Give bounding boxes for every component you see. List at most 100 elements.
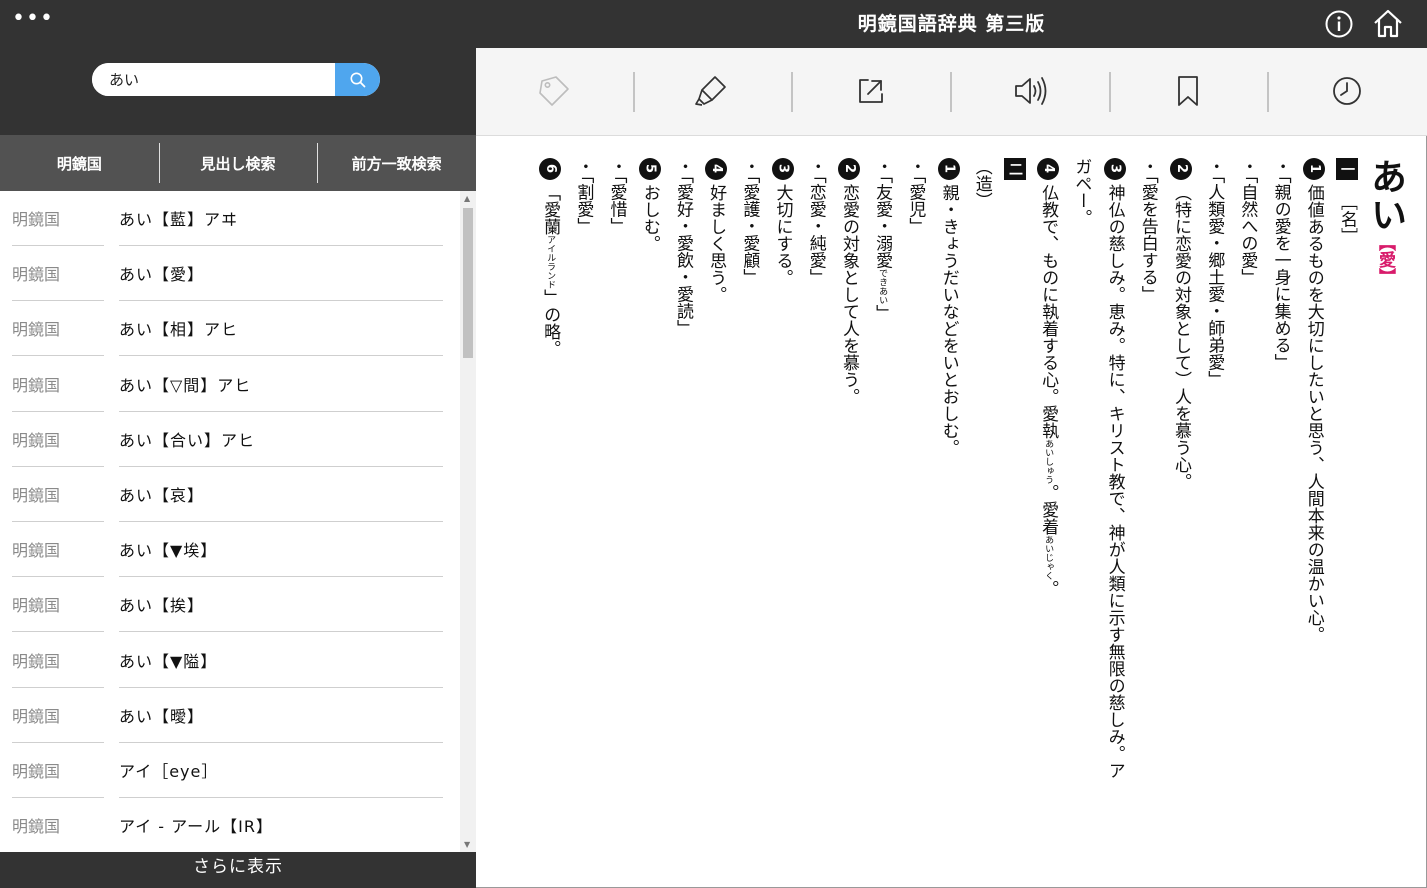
example-text: 」 xyxy=(872,304,893,322)
definition-line: 1 価値あるものを大切にしたいと思う、人間本来の温かい心。 xyxy=(1297,158,1330,878)
result-row[interactable]: 明鏡国 あい【▽間】アヒ xyxy=(0,357,460,412)
definition-text: 神仏の慈しみ。恵み。特に、キリスト教で、神が人類に示す無限の慈しみ。ア xyxy=(1104,184,1125,779)
definition-text: 」の略。 xyxy=(540,289,561,357)
bookmark-icon[interactable] xyxy=(1168,71,1208,111)
definition-text: 。愛着 xyxy=(1038,484,1059,535)
toolbar-divider xyxy=(791,72,793,112)
result-source: 明鏡国 xyxy=(12,688,104,743)
definition-line: 4 好ましく思う。 xyxy=(699,158,732,878)
definition-text: （特に恋愛の対象として）人を慕う心。 xyxy=(1170,184,1191,490)
search-input[interactable] xyxy=(92,63,335,96)
reading-ruby: できあい xyxy=(877,268,888,305)
pos-line: 一 ［名］ xyxy=(1330,158,1363,878)
example-line: ・「愛児」 xyxy=(905,158,926,235)
result-source: 明鏡国 xyxy=(12,743,104,798)
example-line: ・「友愛・溺愛できあい」 xyxy=(865,158,898,878)
example-line: ・「愛好・愛飲・愛読」 xyxy=(672,158,693,337)
scroll-down-arrow-icon[interactable]: ▼ xyxy=(464,840,470,849)
result-entry: あい【相】アヒ xyxy=(119,301,443,357)
app-header: 明鏡国語辞典 第三版 xyxy=(476,0,1427,48)
result-source: 明鏡国 xyxy=(12,467,104,522)
tab-headword-search[interactable]: 見出し検索 xyxy=(158,135,318,191)
entry-content: あい【愛】 一 ［名］ 1 価値あるものを大切にしたいと思う、人間本来の温かい心。… xyxy=(476,136,1427,887)
result-entry: あい【合い】アヒ xyxy=(119,412,443,467)
example-line: ・「割愛」 xyxy=(573,158,594,235)
result-row[interactable]: 明鏡国 あい【哀】 xyxy=(0,467,460,522)
example-line: ・「人類愛・郷土愛・師弟愛」 xyxy=(1204,158,1225,388)
tag-icon[interactable] xyxy=(534,71,574,111)
definition-line: 3 神仏の慈しみ。恵み。特に、キリスト教で、神が人類に示す無限の慈しみ。ア xyxy=(1097,158,1130,878)
definition-text: おしむ。 xyxy=(639,184,660,252)
result-entry: あい【愛】 xyxy=(119,246,443,302)
search-box xyxy=(92,63,380,96)
reading-ruby: アイルランド xyxy=(545,235,556,289)
sense-number: 5 xyxy=(638,158,661,180)
result-row[interactable]: 明鏡国 あい【▼埃】 xyxy=(0,522,460,578)
result-row[interactable]: 明鏡国 アイ - アール【IR】 xyxy=(0,798,460,852)
result-source: 明鏡国 xyxy=(12,522,104,578)
toolbar-divider xyxy=(633,72,635,112)
scroll-thumb[interactable] xyxy=(463,208,473,358)
result-source: 明鏡国 xyxy=(12,246,104,302)
result-row[interactable]: 明鏡国 あい【曖】 xyxy=(0,688,460,743)
result-row[interactable]: 明鏡国 あい【合い】アヒ xyxy=(0,412,460,467)
jump-icon[interactable] xyxy=(851,71,891,111)
result-entry: アイ［eye］ xyxy=(119,743,443,798)
info-icon[interactable] xyxy=(1324,9,1354,39)
result-source: 明鏡国 xyxy=(12,633,104,688)
result-source: 明鏡国 xyxy=(12,577,104,633)
label-line: （造） xyxy=(971,158,992,209)
example-line: ・「愛護・愛顧」 xyxy=(739,158,760,286)
result-row[interactable]: 明鏡国 あい【▼隘】 xyxy=(0,633,460,688)
toolbar-divider xyxy=(1267,72,1269,112)
entry-text: あい【愛】 一 ［名］ 1 価値あるものを大切にしたいと思う、人間本来の温かい心。… xyxy=(533,158,1407,878)
definition-line: 6 「愛蘭アイルランド」の略。 xyxy=(533,158,566,878)
example-line: ・「自然への愛」 xyxy=(1237,158,1258,286)
result-entry: あい【▽間】アヒ xyxy=(119,357,443,412)
scroll-up-arrow-icon[interactable]: ▲ xyxy=(464,194,470,203)
search-header: ••• xyxy=(0,0,476,135)
part-of-speech: ［名］ xyxy=(1337,193,1357,245)
reading-ruby: あいじゃく xyxy=(1043,535,1054,580)
history-icon[interactable] xyxy=(1327,71,1367,111)
sense-number: 1 xyxy=(1302,158,1325,180)
highlighter-icon[interactable] xyxy=(692,71,732,111)
sense-number: 2 xyxy=(837,158,860,180)
speaker-icon[interactable] xyxy=(1010,71,1050,111)
sense-number: 3 xyxy=(1103,158,1126,180)
result-entry: あい【藍】アヰ xyxy=(119,191,443,246)
example-text: ・「友愛・溺愛 xyxy=(872,158,893,269)
result-entry: あい【挨】 xyxy=(119,577,443,633)
definition-line: 4仏教で、ものに執着する心。愛執あいしゅう。愛着あいじゃく。 xyxy=(1031,158,1064,878)
tab-prefix-search[interactable]: 前方一致検索 xyxy=(317,135,476,191)
entry-toolbar xyxy=(476,48,1427,136)
result-source: 明鏡国 xyxy=(12,412,104,467)
home-icon[interactable] xyxy=(1372,8,1404,40)
result-row[interactable]: 明鏡国 アイ［eye］ xyxy=(0,743,460,798)
result-entry: あい【曖】 xyxy=(119,688,443,743)
result-source: 明鏡国 xyxy=(12,798,104,852)
result-row[interactable]: 明鏡国 あい【相】アヒ xyxy=(0,301,460,357)
tab-dictionary[interactable]: 明鏡国 xyxy=(0,135,159,191)
reading-ruby: あいしゅう xyxy=(1043,439,1054,484)
definition-line: 5 おしむ。 xyxy=(633,158,666,878)
result-entry: あい【哀】 xyxy=(119,467,443,522)
example-line: ・「愛を告白する」 xyxy=(1137,158,1158,303)
result-row[interactable]: 明鏡国 あい【愛】 xyxy=(0,246,460,302)
result-row[interactable]: 明鏡国 あい【藍】アヰ xyxy=(0,191,460,246)
search-mode-tabs: 明鏡国 見出し検索 前方一致検索 xyxy=(0,135,476,191)
result-entry: アイ - アール【IR】 xyxy=(119,798,443,852)
result-entry: あい【▼埃】 xyxy=(119,522,443,578)
result-scrollbar[interactable]: ▲ ▼ xyxy=(460,191,476,852)
show-more-button[interactable]: さらに表示 xyxy=(0,852,476,888)
definition-line: 3 大切にする。 xyxy=(765,158,798,878)
result-list: 明鏡国 あい【藍】アヰ 明鏡国 あい【愛】 明鏡国 あい【相】アヒ 明鏡国 あい【▽間】… xyxy=(0,191,460,852)
definition-line: 2 （特に恋愛の対象として）人を慕う心。 xyxy=(1164,158,1197,878)
search-icon xyxy=(350,72,365,87)
search-button[interactable] xyxy=(335,63,380,96)
more-menu-icon[interactable]: ••• xyxy=(12,8,53,34)
result-entry: あい【▼隘】 xyxy=(119,633,443,688)
result-row[interactable]: 明鏡国 あい【挨】 xyxy=(0,577,460,633)
sense-number: 1 xyxy=(937,158,960,180)
definition-line: 1 親・きょうだいなどをいとおしむ。 xyxy=(931,158,964,878)
